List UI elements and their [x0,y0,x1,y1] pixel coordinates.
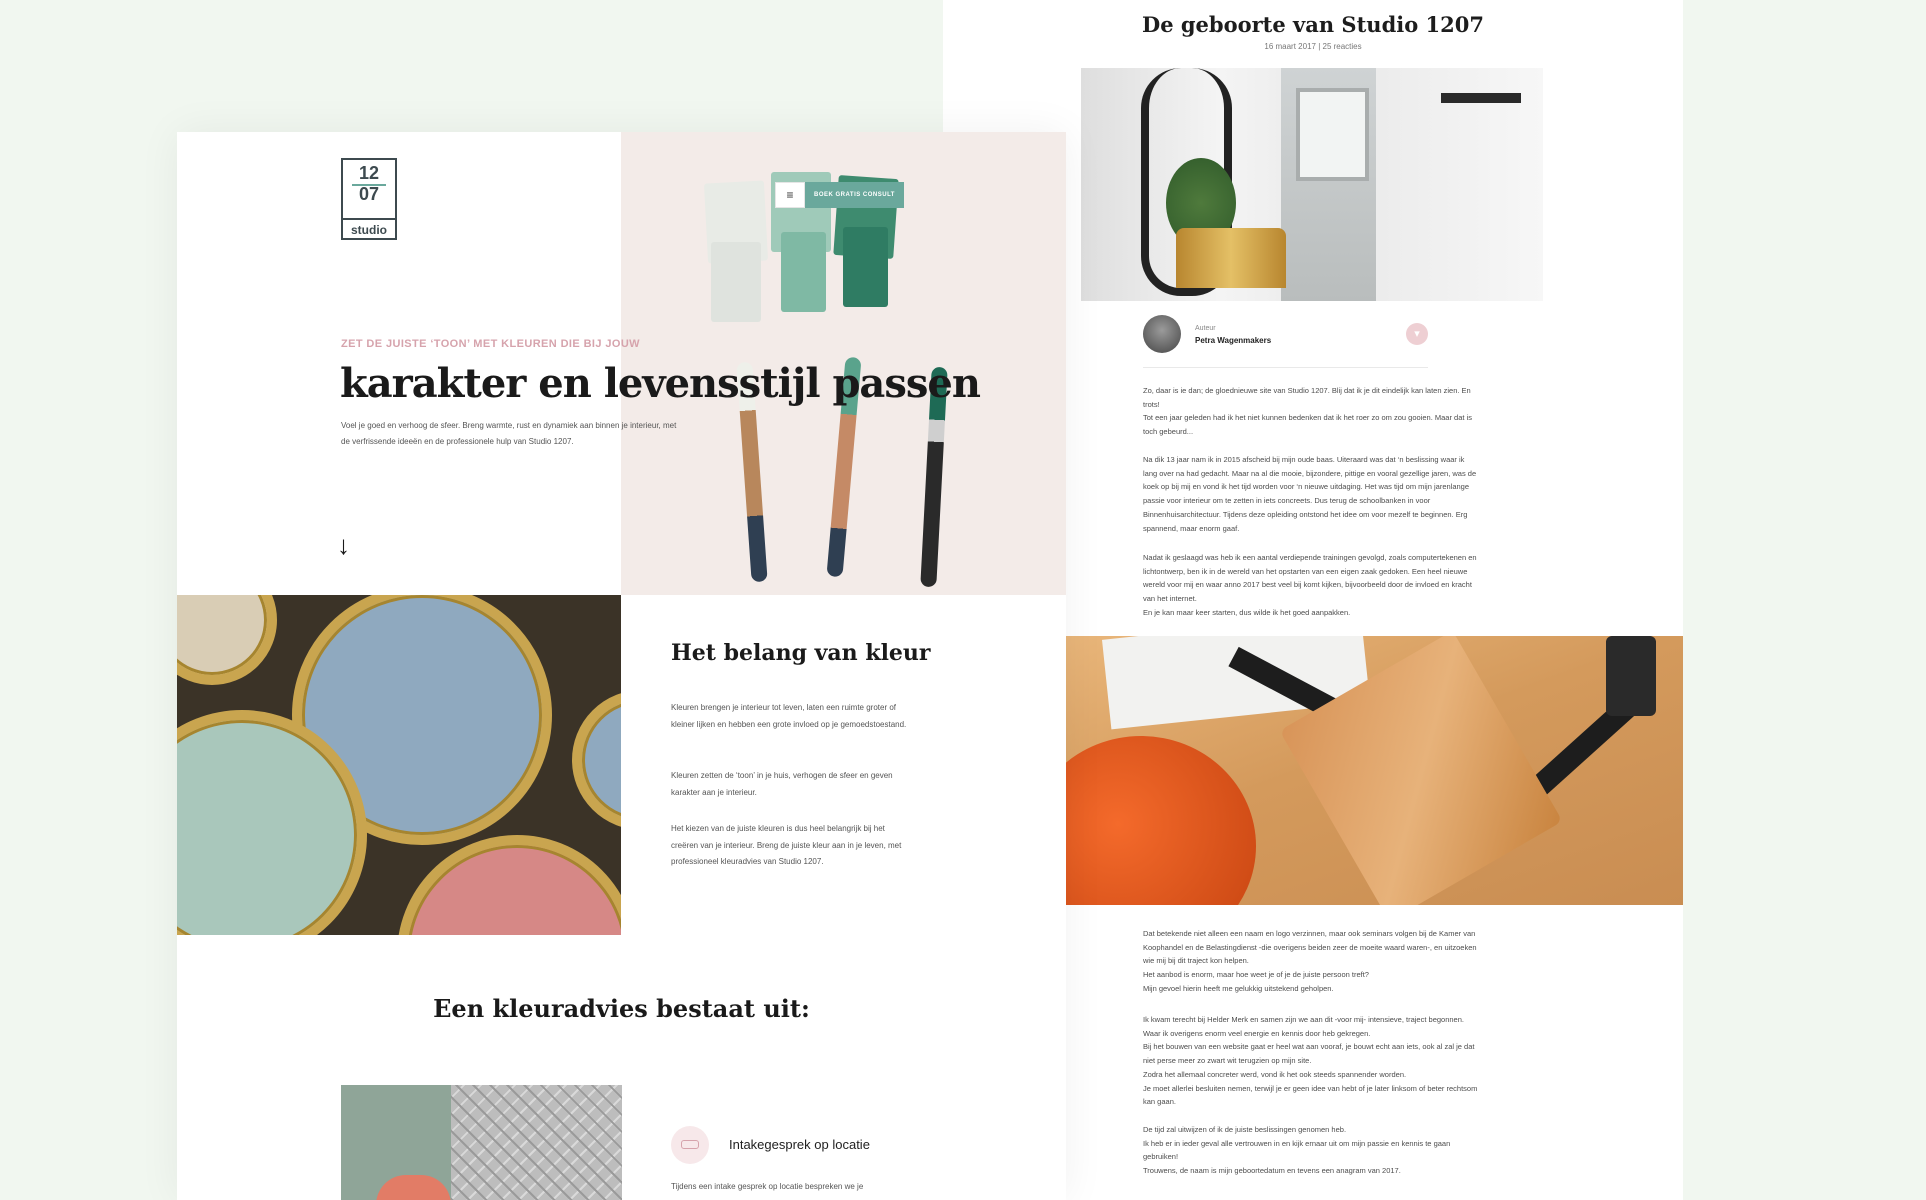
blog-meta: 16 maart 2017 | 25 reacties [1264,42,1362,51]
author-box: Auteur Petra Wagenmakers ▾ [1143,315,1428,368]
menu-icon[interactable]: ≡ [775,182,805,208]
belang-paragraph: Kleuren brengen je interieur tot leven, … [671,703,907,729]
step-title: Intakegesprek op locatie [729,1137,870,1152]
blog-paragraph: Ik kwam terecht bij Helder Merk en samen… [1143,1015,1478,1107]
hero-title: karakter en levensstijl passen [340,360,981,407]
hero-body: Voel je goed en verhoog de sfeer. Breng … [341,421,677,446]
section-title-kleuradvies: Een kleuradvies bestaat uit: [433,994,810,1023]
avatar [1143,315,1181,353]
hero-eyebrow: ZET DE JUISTE ‘TOON’ MET KLEUREN DIE BIJ… [341,338,640,350]
author-name: Petra Wagenmakers [1195,336,1272,345]
logo-number-top: 12 [358,163,380,183]
arrow-down-icon[interactable]: ↓ [337,530,350,561]
step-body: Tijdens een intake gesprek op locatie be… [671,1182,864,1191]
blog-paragraph: De tijd zal uitwijzen of ik de juiste be… [1143,1125,1451,1176]
hallway-photo [1081,68,1543,301]
belang-paragraph: Kleuren zetten de ‘toon’ in je huis, ver… [671,771,893,797]
desk-photo [1066,636,1683,905]
blog-title: De geboorte van Studio 1207 [1141,12,1484,37]
share-icon[interactable]: ▾ [1406,323,1428,345]
room-photo [341,1085,622,1200]
blog-paragraph: Zo, daar is ie dan; de gloednieuwe site … [1143,386,1472,437]
blog-paragraph: Nadat ik geslaagd was heb ik een aantal … [1143,553,1477,617]
logo-number-bottom: 07 [358,184,380,204]
belang-paragraph: Het kiezen van de juiste kleuren is dus … [671,824,902,866]
logo-word: studio [343,218,395,240]
author-label: Auteur [1195,325,1216,332]
kleuradvies-page: 12 07 studio ≡ BOEK GRATIS CONSULT ZET D… [177,132,1066,1200]
section-title-belang: Het belang van kleur [671,640,931,666]
blog-paragraph: Dat betekende niet alleen een naam en lo… [1143,929,1477,993]
studio-1207-logo[interactable]: 12 07 studio [341,158,397,240]
book-consult-button[interactable]: BOEK GRATIS CONSULT [805,182,904,208]
car-icon [671,1126,709,1164]
paint-cans-photo [177,595,621,935]
blog-paragraph: Na dik 13 jaar nam ik in 2015 afscheid b… [1143,455,1477,533]
